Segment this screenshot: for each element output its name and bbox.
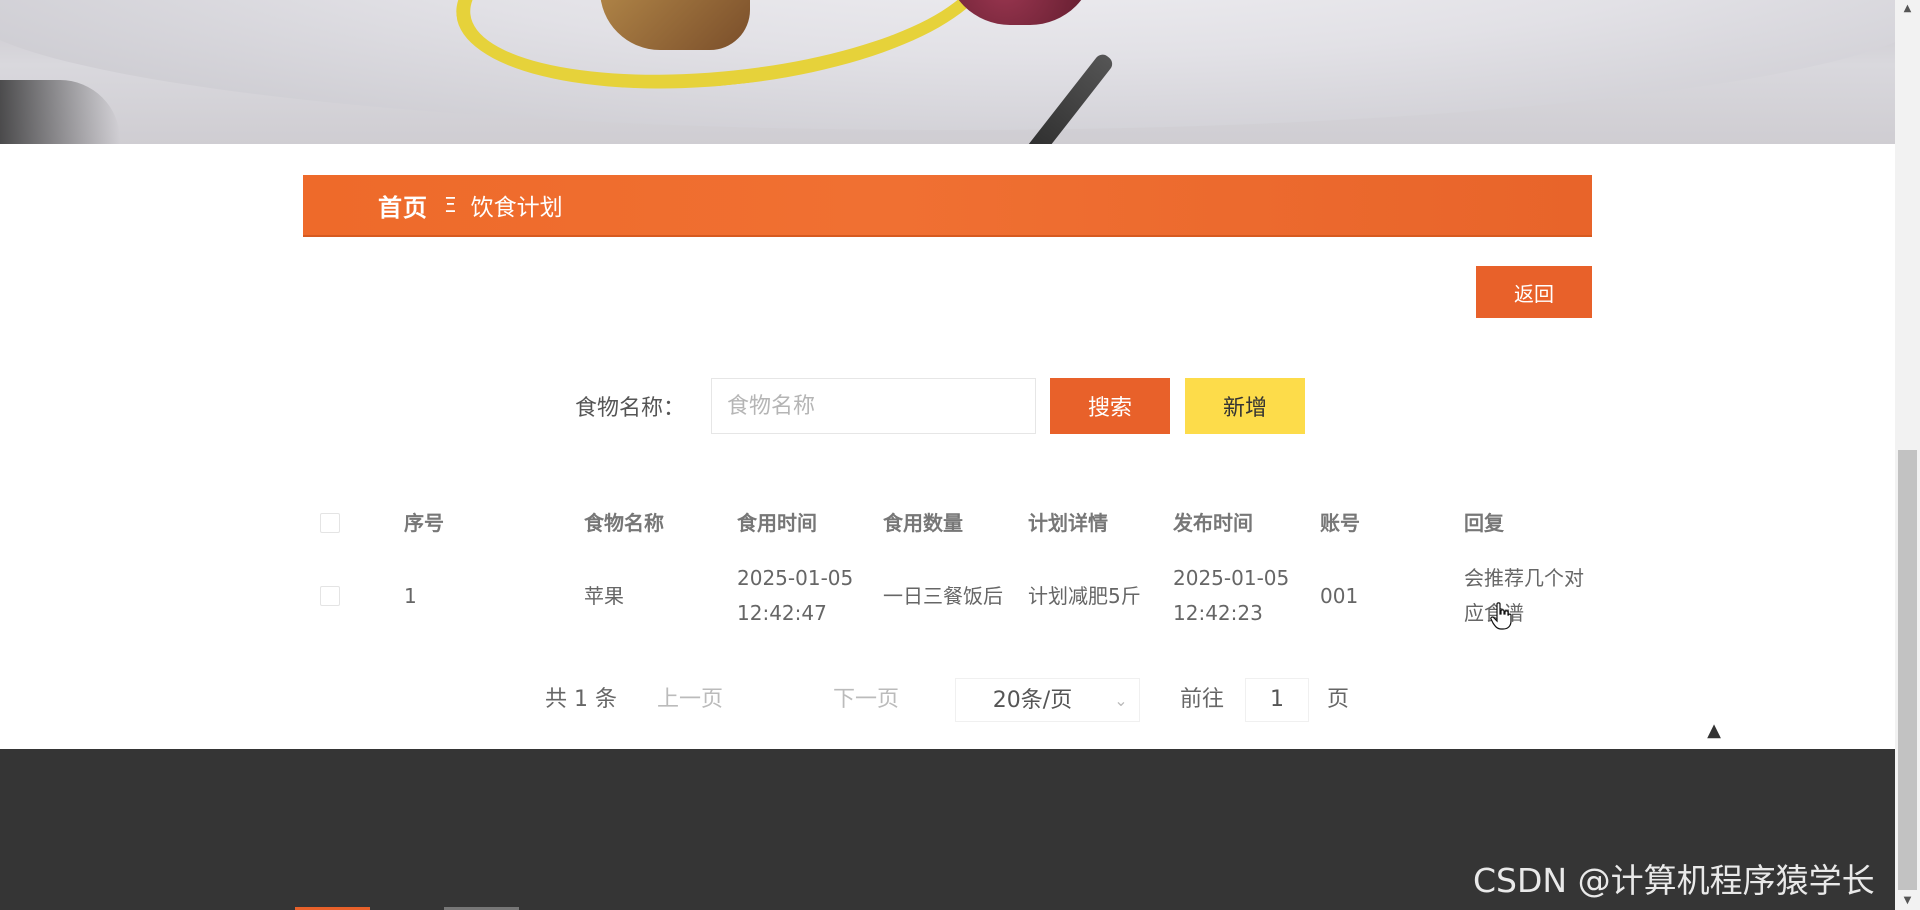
column-header-published[interactable]: 发布时间 xyxy=(1173,495,1313,551)
goto-page-input[interactable] xyxy=(1245,678,1309,722)
shadow-graphic xyxy=(0,80,120,144)
column-header-amount[interactable]: 食用数量 xyxy=(883,495,1023,551)
column-header-detail[interactable]: 计划详情 xyxy=(1028,495,1168,551)
cell-account: 001 xyxy=(1320,583,1359,608)
cell-index: 1 xyxy=(404,583,417,608)
column-header-index[interactable]: 序号 xyxy=(404,495,574,551)
cell-eat-time: 2025-01-05 12:42:47 xyxy=(737,566,854,625)
diet-plan-table: 序号 食物名称 食用时间 食用数量 计划详情 发布时间 账号 回复 1 苹果 2… xyxy=(303,495,1592,641)
food-name-search-input[interactable] xyxy=(711,378,1036,434)
caret-up-icon: ▲ xyxy=(1707,719,1721,741)
pagination-total: 共 1 条 xyxy=(545,687,617,712)
scrollbar[interactable]: ▲ ▼ xyxy=(1895,0,1920,910)
next-page-button[interactable]: 下一页 xyxy=(833,678,899,722)
column-header-account[interactable]: 账号 xyxy=(1320,495,1450,551)
select-all-cell xyxy=(320,495,360,551)
goto-label: 前往 xyxy=(1180,687,1225,712)
scrollbar-thumb[interactable] xyxy=(1898,450,1917,890)
pagination: 共 1 条 上一页 下一页 20条/页 ⌄ 前往 页 xyxy=(545,678,1365,722)
goto-unit-label: 页 xyxy=(1327,687,1350,712)
hand-cursor-icon xyxy=(1490,602,1512,630)
column-header-eat-time[interactable]: 食用时间 xyxy=(737,495,877,551)
cell-published: 2025-01-05 12:42:23 xyxy=(1173,566,1290,625)
add-button[interactable]: 新增 xyxy=(1185,378,1305,434)
column-header-reply[interactable]: 回复 xyxy=(1464,495,1589,551)
chevron-down-icon: ⌄ xyxy=(1114,691,1128,710)
breadcrumb-home-link[interactable]: 首页 xyxy=(378,188,428,223)
breadcrumb-current: 饮食计划 xyxy=(470,195,563,221)
back-button[interactable]: 返回 xyxy=(1476,266,1592,318)
watermark: CSDN @计算机程序猿学长 xyxy=(1473,861,1875,900)
cell-food: 苹果 xyxy=(584,583,624,608)
page-size-select[interactable]: 20条/页 ⌄ xyxy=(955,678,1140,722)
hero-banner-image xyxy=(0,0,1895,144)
breadcrumb: 首页 Ξ 饮食计划 xyxy=(303,175,1592,237)
scroll-down-icon[interactable]: ▼ xyxy=(1895,892,1920,910)
table-row[interactable]: 1 苹果 2025-01-05 12:42:47 一日三餐饭后 计划减肥5斤 2… xyxy=(303,551,1592,641)
cell-reply: 会推荐几个对应食谱 xyxy=(1464,566,1584,625)
breadcrumb-separator-icon: Ξ xyxy=(444,193,457,217)
cell-amount: 一日三餐饭后 xyxy=(883,583,1003,608)
scroll-up-icon[interactable]: ▲ xyxy=(1895,0,1920,18)
prev-page-button[interactable]: 上一页 xyxy=(657,678,723,722)
table-header-row: 序号 食物名称 食用时间 食用数量 计划详情 发布时间 账号 回复 xyxy=(303,495,1592,551)
row-select-cell xyxy=(320,551,360,641)
column-header-food[interactable]: 食物名称 xyxy=(584,495,724,551)
search-button[interactable]: 搜索 xyxy=(1050,378,1170,434)
food-name-label: 食物名称： xyxy=(575,396,686,421)
cell-detail: 计划减肥5斤 xyxy=(1028,583,1141,608)
page-size-value: 20条/页 xyxy=(992,688,1073,713)
row-checkbox[interactable] xyxy=(320,586,340,606)
select-all-checkbox[interactable] xyxy=(320,513,340,533)
